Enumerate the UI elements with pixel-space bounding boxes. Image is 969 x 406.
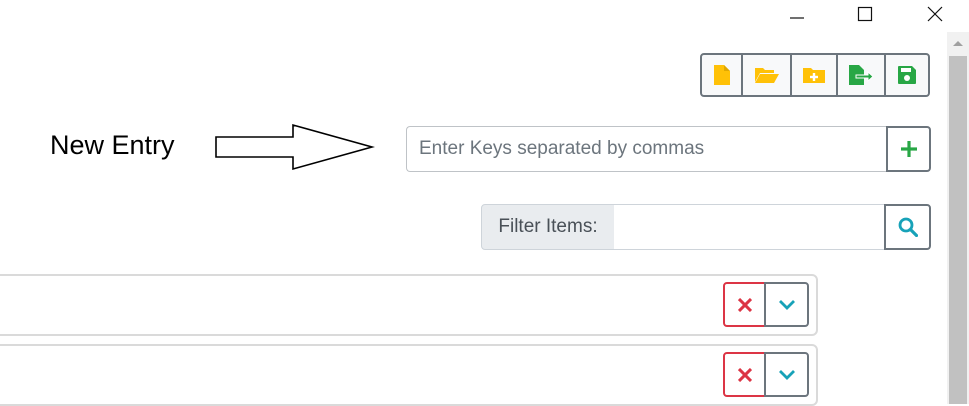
search-button[interactable] <box>884 204 931 250</box>
save-icon <box>898 66 916 84</box>
minimize-icon <box>790 17 804 19</box>
entry-card <box>0 274 818 336</box>
file-toolbar <box>700 53 930 97</box>
maximize-icon <box>857 6 873 22</box>
arrow-right-icon <box>215 123 375 171</box>
folder-open-icon <box>754 68 779 83</box>
entry-card <box>0 344 818 406</box>
file-icon <box>713 65 730 85</box>
expand-entry-button[interactable] <box>764 282 809 327</box>
x-icon <box>737 367 752 382</box>
add-folder-button[interactable] <box>790 53 838 97</box>
plus-icon <box>900 141 917 157</box>
minimize-button[interactable] <box>774 0 820 28</box>
add-entry-button[interactable] <box>886 126 931 172</box>
scroll-thumb[interactable] <box>949 56 967 404</box>
export-button[interactable] <box>836 53 886 97</box>
folder-plus-icon <box>803 68 825 83</box>
file-export-icon <box>849 65 874 85</box>
chevron-down-icon <box>778 299 795 310</box>
open-folder-button[interactable] <box>741 53 792 97</box>
delete-entry-button[interactable] <box>723 352 766 397</box>
expand-entry-button[interactable] <box>764 352 809 397</box>
vertical-scrollbar[interactable] <box>947 32 969 404</box>
search-icon <box>898 217 918 237</box>
keys-input[interactable] <box>406 126 888 172</box>
new-entry-label: New Entry <box>50 130 175 160</box>
chevron-down-icon <box>778 369 795 380</box>
x-icon <box>737 297 752 312</box>
delete-entry-button[interactable] <box>723 282 766 327</box>
filter-label: Filter Items: <box>481 204 615 250</box>
filter-input[interactable] <box>614 204 886 250</box>
new-file-button[interactable] <box>700 53 743 97</box>
save-button[interactable] <box>884 53 930 97</box>
close-button[interactable] <box>912 0 958 28</box>
maximize-button[interactable] <box>842 0 888 28</box>
close-icon <box>927 6 943 22</box>
scroll-up-icon[interactable] <box>947 38 969 54</box>
